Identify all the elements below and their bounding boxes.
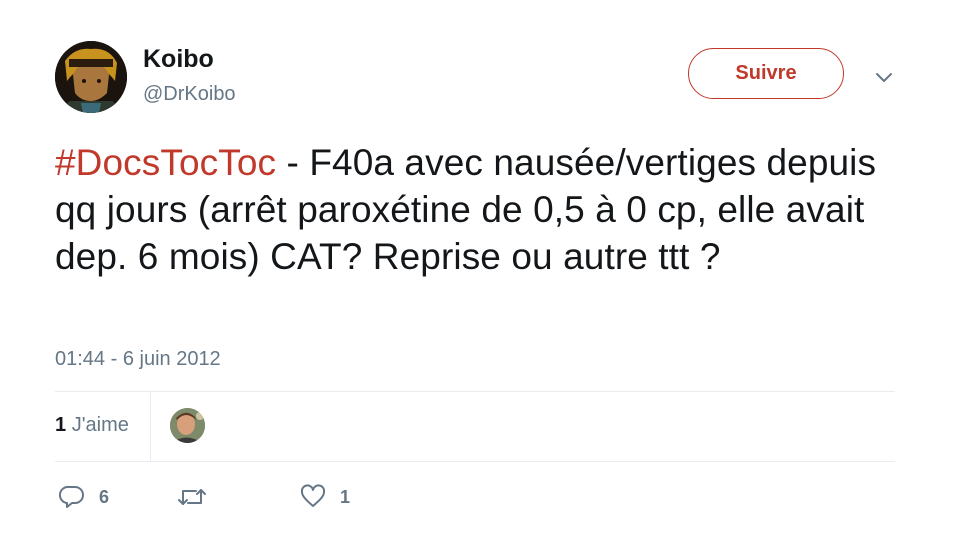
likes-stat[interactable]: 1 J'aime: [55, 414, 129, 437]
liker-avatar-image: [170, 408, 205, 443]
like-count: 1: [340, 486, 351, 507]
tweet-timestamp[interactable]: 01:44 - 6 juin 2012: [55, 348, 221, 371]
likes-label: J'aime: [71, 414, 129, 436]
retweet-button[interactable]: [177, 484, 221, 510]
reply-icon: [59, 485, 84, 508]
hashtag-link[interactable]: #DocsTocToc: [55, 142, 276, 183]
heart-icon: [300, 484, 326, 507]
liker-avatar[interactable]: [170, 408, 205, 443]
retweet-icon: [178, 489, 206, 505]
divider: [55, 391, 895, 392]
follow-button[interactable]: Suivre: [688, 48, 844, 99]
tweet-text: #DocsTocToc - F40a avec nausée/vertiges …: [55, 139, 895, 280]
author-name[interactable]: Koibo: [143, 45, 214, 74]
like-button[interactable]: 1: [300, 484, 350, 510]
likes-count: 1: [55, 414, 67, 436]
divider: [55, 461, 895, 462]
avatar-image: [55, 41, 127, 113]
stats-separator: [150, 391, 151, 461]
reply-count: 6: [99, 486, 110, 507]
author-avatar[interactable]: [55, 41, 127, 113]
chevron-down-icon[interactable]: [874, 68, 894, 88]
reply-button[interactable]: 6: [59, 484, 109, 510]
author-handle[interactable]: @DrKoibo: [143, 83, 236, 106]
